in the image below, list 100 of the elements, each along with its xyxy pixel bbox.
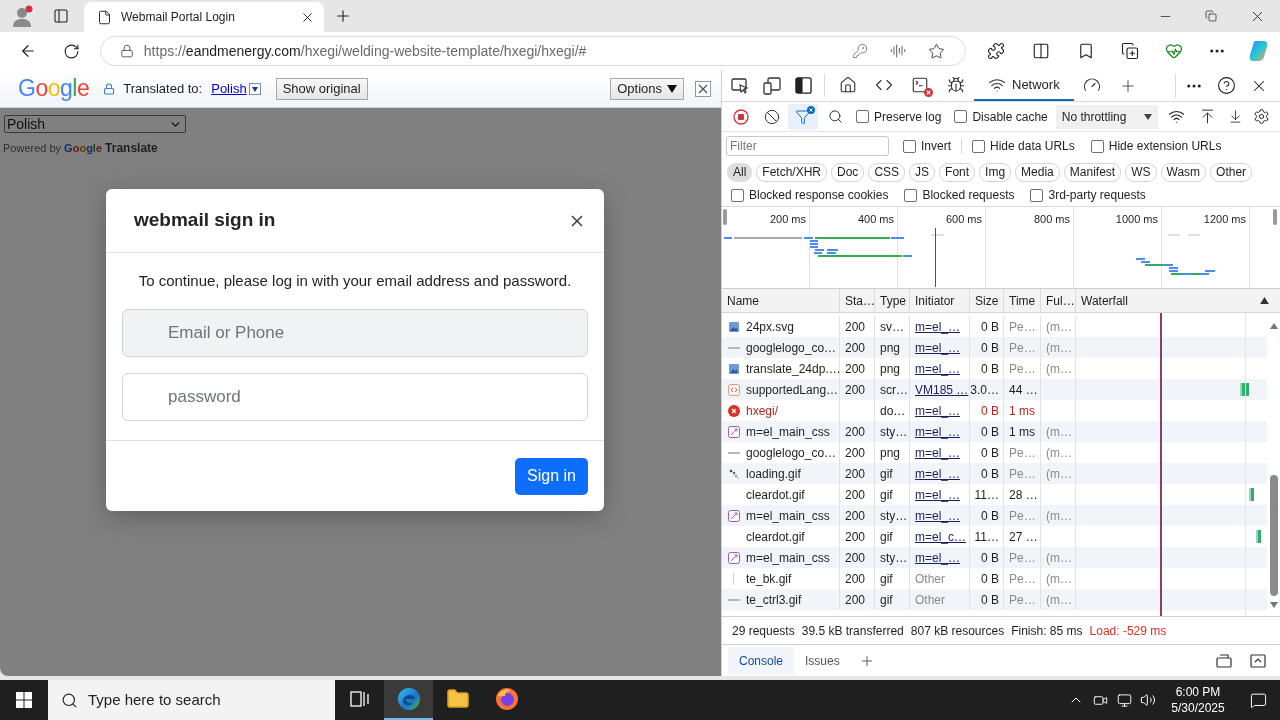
dock-panel-icon[interactable] — [794, 77, 812, 94]
request-row[interactable]: loading.gif 200 gif m=el_… 0 B Pe… (m… — [722, 463, 1267, 484]
split-screen-icon[interactable] — [1032, 42, 1050, 60]
file-name[interactable]: te_bk.gif — [746, 569, 792, 588]
sound-wave-icon[interactable] — [890, 43, 906, 59]
clear-icon[interactable] — [764, 108, 780, 125]
inspect-pointer-icon[interactable] — [731, 76, 749, 95]
initiator-link[interactable]: m=el_… — [915, 422, 961, 441]
request-row[interactable]: m=el_main_css 200 sty… m=el_… 0 B Pe… (m… — [722, 505, 1267, 526]
close-icon[interactable] — [695, 80, 711, 97]
column-header[interactable]: Initiator — [915, 291, 955, 310]
browser-tab[interactable]: Webmail Portal Login — [84, 2, 324, 32]
type-filter-button[interactable]: Wasm — [1160, 162, 1207, 182]
volume-icon[interactable] — [1140, 692, 1156, 708]
initiator-link[interactable]: m=el_… — [915, 506, 961, 525]
initiator-link[interactable]: m=el_… — [915, 401, 961, 420]
copilot-icon[interactable] — [1248, 40, 1270, 62]
refresh-icon[interactable] — [63, 42, 81, 60]
file-name[interactable]: loading.gif — [746, 464, 801, 483]
checkbox-label[interactable]: Hide data URLs — [990, 137, 1075, 155]
scrollbar-thumb[interactable] — [1269, 475, 1278, 596]
type-filter-button[interactable]: All — [727, 162, 753, 182]
initiator-link[interactable]: m=el_… — [915, 485, 961, 504]
show-original-button[interactable]: Show original — [275, 77, 368, 100]
star-icon[interactable] — [928, 42, 945, 60]
file-name[interactable]: m=el_main_css — [746, 422, 830, 441]
sort-ascending-icon[interactable] — [1260, 297, 1269, 304]
record-icon[interactable] — [733, 108, 749, 125]
network-monitor-icon[interactable] — [1116, 692, 1132, 708]
language-select[interactable]: Polish — [4, 115, 186, 133]
type-filter-button[interactable]: Font — [939, 162, 976, 182]
checkbox-label[interactable]: Blocked requests — [922, 186, 1015, 204]
address-bar[interactable]: https://eandmenergy.com/hxegi/welding-website-template/hxegi/hxegi/# — [99, 36, 966, 66]
type-filter-button[interactable]: Manifest — [1063, 162, 1122, 182]
puzzle-icon[interactable] — [987, 42, 1005, 60]
range-handle[interactable] — [723, 209, 727, 225]
url-text[interactable]: https://eandmenergy.com/hxegi/welding-website-template/hxegi/hxegi/# — [143, 40, 587, 62]
help-icon[interactable] — [1217, 76, 1236, 95]
password-field[interactable]: password — [122, 373, 588, 421]
column-header[interactable]: Name — [727, 291, 759, 310]
type-filter-button[interactable]: Other — [1210, 162, 1253, 182]
type-filter-button[interactable]: Img — [979, 162, 1012, 182]
tab-actions-icon[interactable] — [53, 8, 69, 24]
file-name[interactable]: te_ctrl3.gif — [746, 590, 802, 609]
collections-icon[interactable] — [1121, 42, 1139, 60]
file-name[interactable]: m=el_main_css — [746, 506, 830, 525]
sign-in-button[interactable]: Sign in — [515, 457, 588, 495]
scroll-down-icon[interactable] — [1269, 602, 1278, 608]
drawer-tab[interactable]: Console — [728, 646, 795, 675]
dropdown-icon[interactable] — [248, 82, 261, 95]
checkbox-label[interactable]: Preserve log — [874, 107, 942, 126]
options-button[interactable]: Options — [610, 77, 684, 100]
settings-icon[interactable] — [1252, 108, 1270, 125]
initiator-link[interactable]: VM185 … — [915, 380, 969, 399]
checkbox-label[interactable]: Disable cache — [972, 107, 1048, 126]
taskbar-search-box[interactable]: Type here to search — [48, 680, 335, 720]
file-name[interactable]: googlelogo_co… — [746, 338, 837, 357]
new-tab-icon[interactable] — [334, 7, 352, 25]
undock-icon[interactable] — [1216, 653, 1232, 668]
type-filter-button[interactable]: Doc — [831, 162, 865, 182]
initiator-link[interactable]: m=el_… — [915, 464, 961, 483]
windows-logo-icon[interactable] — [16, 692, 32, 708]
checkbox-label[interactable]: 3rd-party requests — [1048, 186, 1146, 204]
checkbox-label[interactable]: Hide extension URLs — [1108, 137, 1222, 155]
initiator-link[interactable]: m=el_… — [915, 317, 961, 336]
task-view-icon[interactable] — [349, 690, 370, 708]
initiator-link[interactable]: m=el_… — [915, 338, 961, 357]
clock[interactable]: 6:00 PM 5/30/2025 — [1160, 684, 1236, 716]
file-name[interactable]: 24px.svg — [746, 317, 795, 336]
initiator-link[interactable]: m=el_c… — [915, 527, 967, 546]
file-name[interactable]: m=el_main_css — [746, 548, 830, 567]
edge-browser-icon[interactable] — [396, 687, 421, 711]
panel-collapse-icon[interactable] — [1250, 653, 1266, 668]
checkbox[interactable] — [856, 110, 869, 123]
request-row[interactable]: m=el_main_css 200 sty… m=el_… 0 B Pe… (m… — [722, 547, 1267, 568]
throttling-select[interactable]: No throttling — [1055, 104, 1158, 129]
profile-avatar-icon[interactable] — [12, 5, 34, 27]
column-header[interactable]: Sta… — [845, 291, 875, 310]
column-header[interactable]: Ful… — [1046, 291, 1075, 310]
column-header[interactable]: Size — [975, 291, 999, 310]
type-filter-button[interactable]: JS — [909, 162, 936, 182]
key-icon[interactable] — [852, 43, 868, 59]
initiator-link[interactable]: m=el_… — [915, 548, 961, 567]
drawer-tab[interactable]: Issues — [794, 646, 851, 675]
firefox-icon[interactable] — [494, 687, 519, 711]
type-filter-button[interactable]: CSS — [868, 162, 906, 182]
checkbox[interactable] — [903, 139, 916, 153]
restore-icon[interactable] — [1205, 10, 1217, 22]
language-link[interactable]: Polish — [211, 78, 247, 99]
file-name[interactable]: translate_24dp.… — [746, 359, 841, 378]
search-icon[interactable] — [827, 109, 843, 124]
lock-icon[interactable] — [119, 44, 134, 58]
checkbox[interactable] — [1090, 139, 1104, 153]
checkbox[interactable] — [1030, 188, 1044, 202]
checkbox[interactable] — [972, 139, 985, 153]
type-filter-button[interactable]: Fetch/XHR — [756, 162, 828, 182]
taskbar-app-button[interactable] — [384, 680, 433, 720]
file-name[interactable]: supportedLang… — [746, 380, 839, 399]
file-name[interactable]: cleardot.gif — [746, 527, 805, 546]
checkbox[interactable] — [731, 188, 744, 202]
